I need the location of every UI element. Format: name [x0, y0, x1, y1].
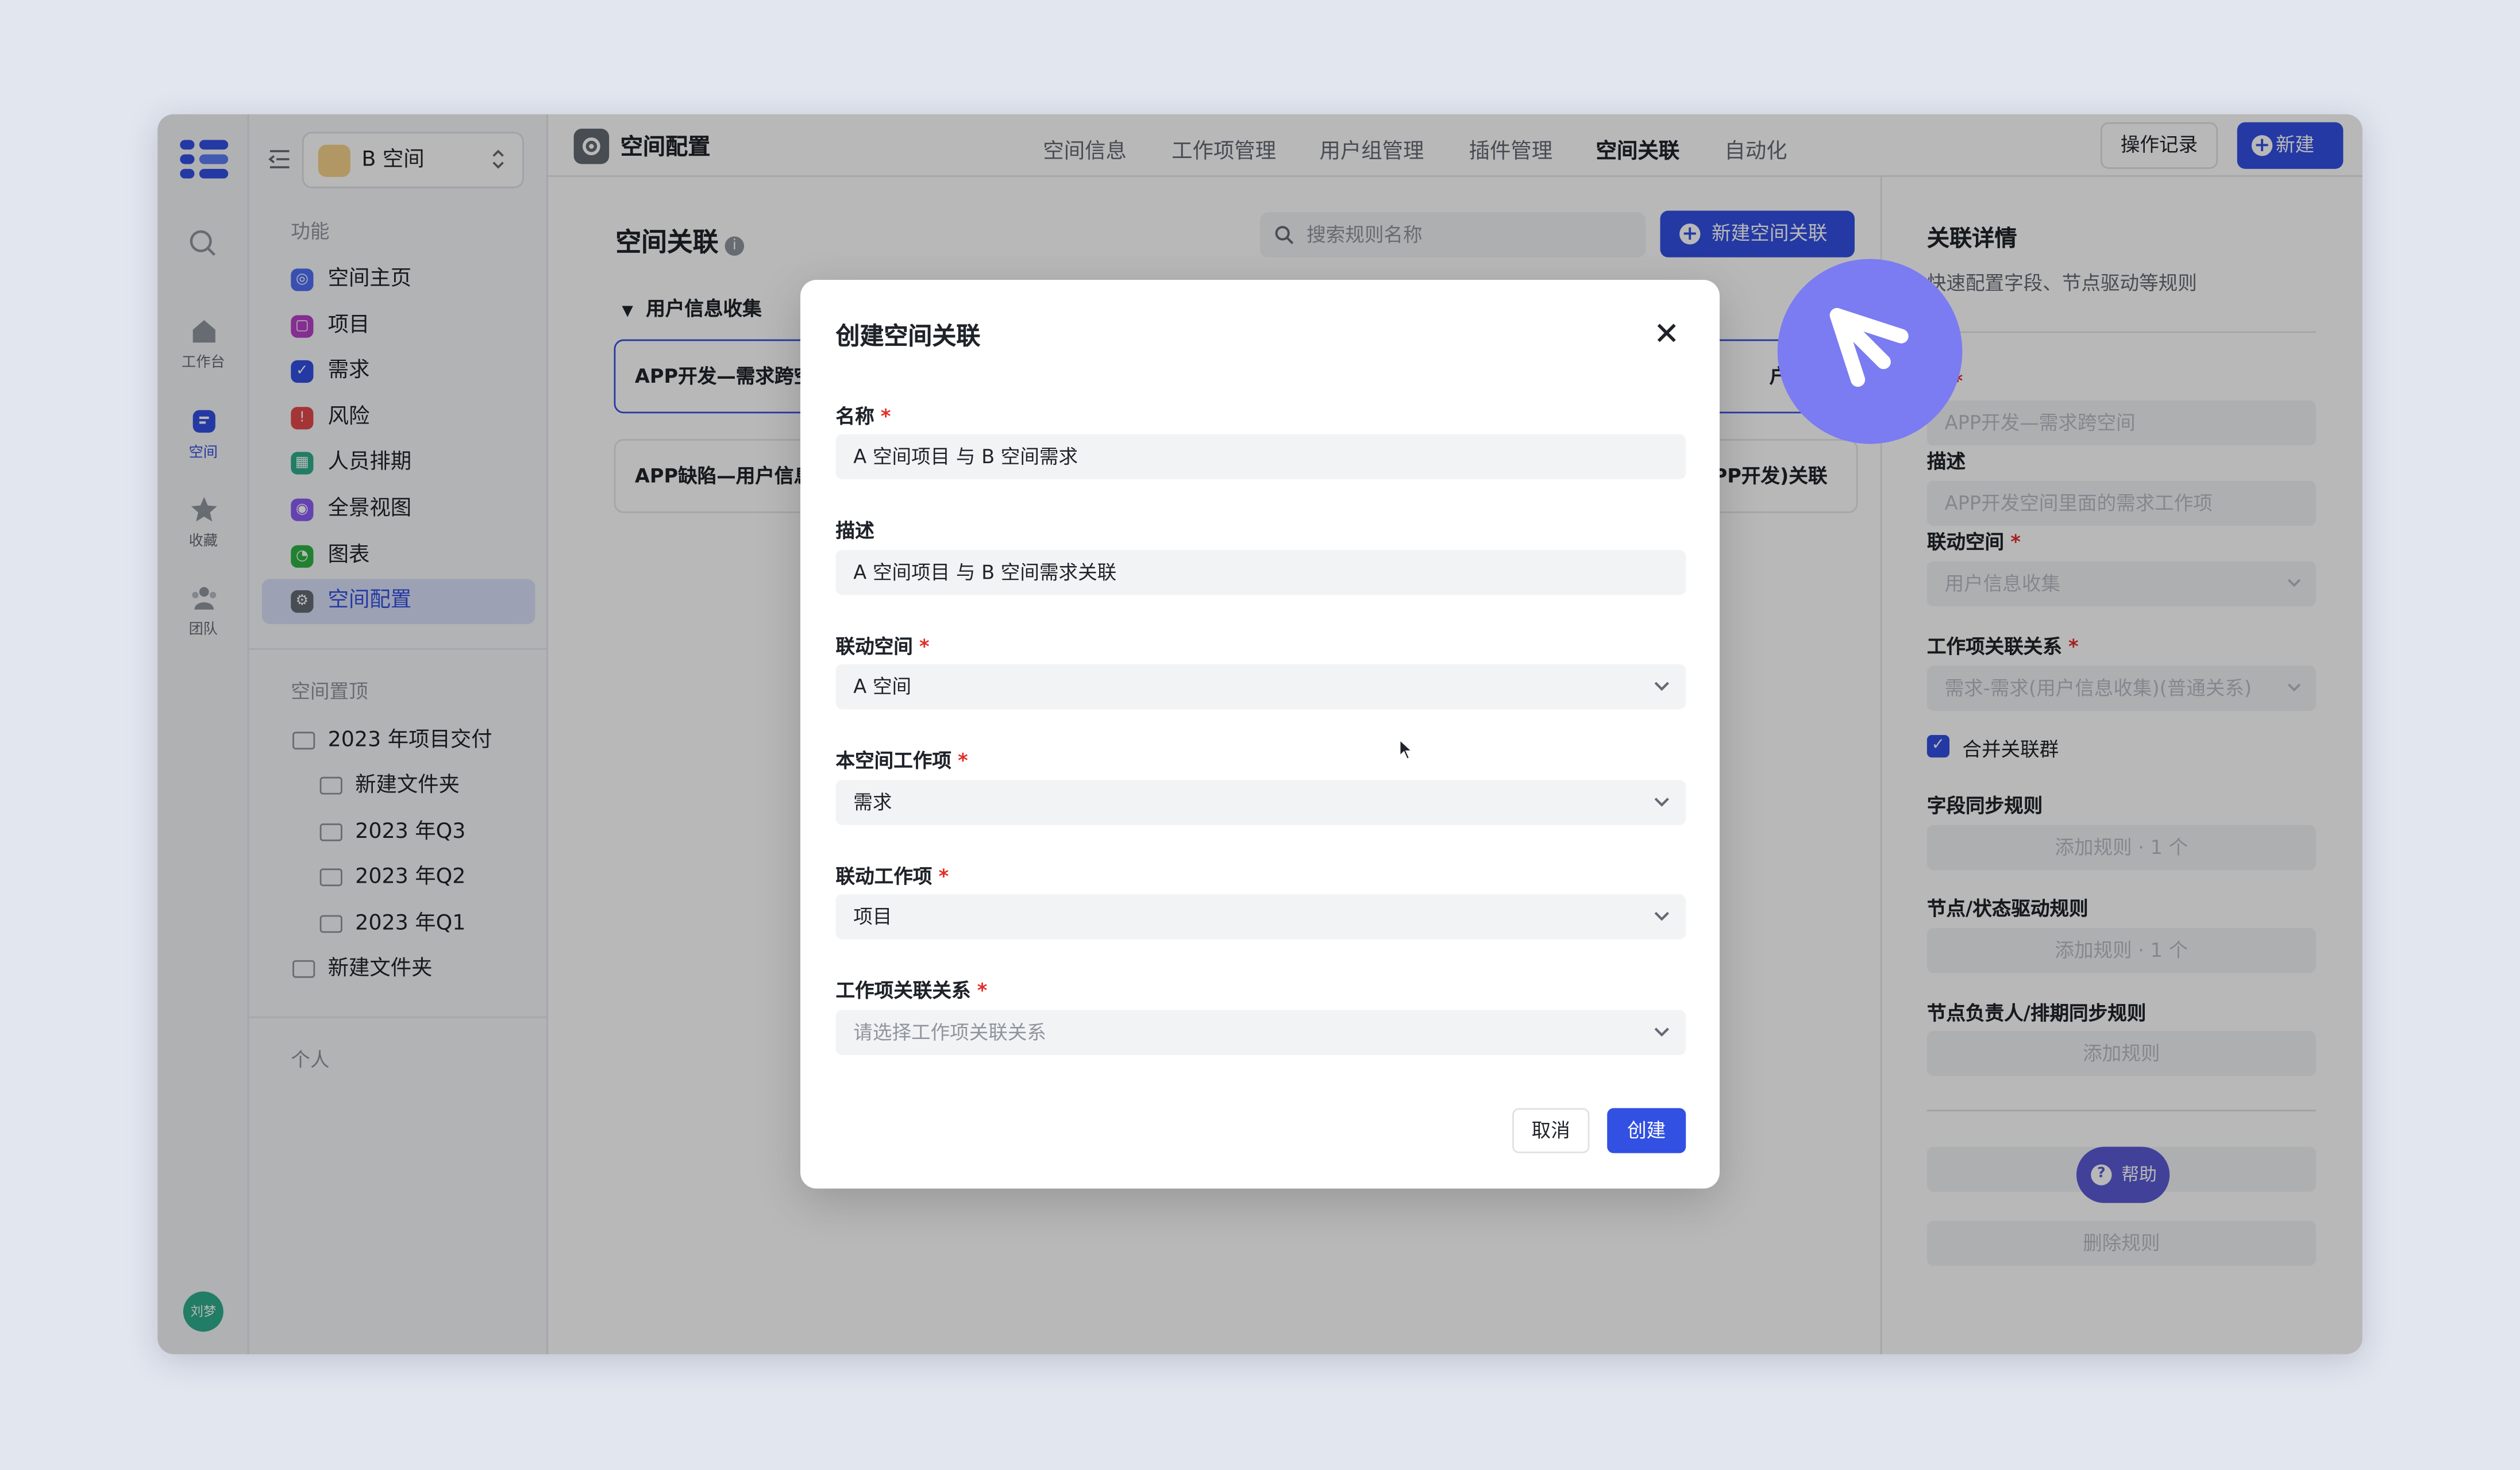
- work-item-relation-placeholder: 请选择工作项关联关系: [853, 1021, 1047, 1044]
- local-work-item-select[interactable]: 需求: [835, 780, 1686, 825]
- chevron-down-icon: [1654, 1028, 1669, 1037]
- name-label: 名称 *: [836, 402, 891, 430]
- work-item-relation-select[interactable]: 请选择工作项关联关系: [835, 1010, 1686, 1055]
- description-label: 描述: [835, 519, 874, 542]
- required-mark: *: [938, 865, 949, 888]
- required-mark: *: [919, 635, 930, 658]
- dialog-title: 创建空间关联: [835, 321, 981, 351]
- mouse-pointer-icon: [1399, 738, 1414, 760]
- local-work-item-value: 需求: [853, 791, 892, 814]
- linked-work-item-label: 联动工作项 *: [836, 862, 949, 890]
- description-input[interactable]: A 空间项目 与 B 空间需求关联: [835, 550, 1686, 595]
- chevron-down-icon: [1654, 911, 1669, 921]
- cancel-button[interactable]: 取消: [1512, 1108, 1590, 1153]
- required-mark: *: [880, 405, 891, 428]
- linked-space-select[interactable]: A 空间: [835, 664, 1686, 710]
- linked-space-value: A 空间: [853, 675, 912, 698]
- required-mark: *: [958, 749, 968, 772]
- close-icon[interactable]: [1654, 320, 1679, 346]
- cursor-highlight-icon: [1777, 259, 1963, 444]
- work-item-relation-label-text: 工作项关联关系: [835, 979, 971, 1002]
- create-relation-dialog: 创建空间关联 名称 * A 空间项目 与 B 空间需求 描述 A 空间项目 与 B…: [800, 279, 1720, 1189]
- linked-work-item-select[interactable]: 项目: [835, 894, 1686, 940]
- linked-work-item-label-text: 联动工作项: [835, 865, 933, 888]
- local-work-item-label-text: 本空间工作项: [835, 749, 951, 772]
- chevron-down-icon: [1654, 682, 1669, 691]
- linked-space-label: 联动空间 *: [836, 632, 930, 660]
- linked-space-label-text: 联动空间: [835, 635, 913, 658]
- name-label-text: 名称: [835, 405, 874, 428]
- local-work-item-label: 本空间工作项 *: [836, 746, 968, 774]
- linked-work-item-value: 项目: [853, 905, 892, 928]
- chevron-down-icon: [1654, 798, 1669, 807]
- required-mark: *: [977, 979, 988, 1002]
- work-item-relation-label: 工作项关联关系 *: [836, 976, 988, 1004]
- name-input[interactable]: A 空间项目 与 B 空间需求: [835, 434, 1686, 480]
- create-button[interactable]: 创建: [1607, 1108, 1686, 1153]
